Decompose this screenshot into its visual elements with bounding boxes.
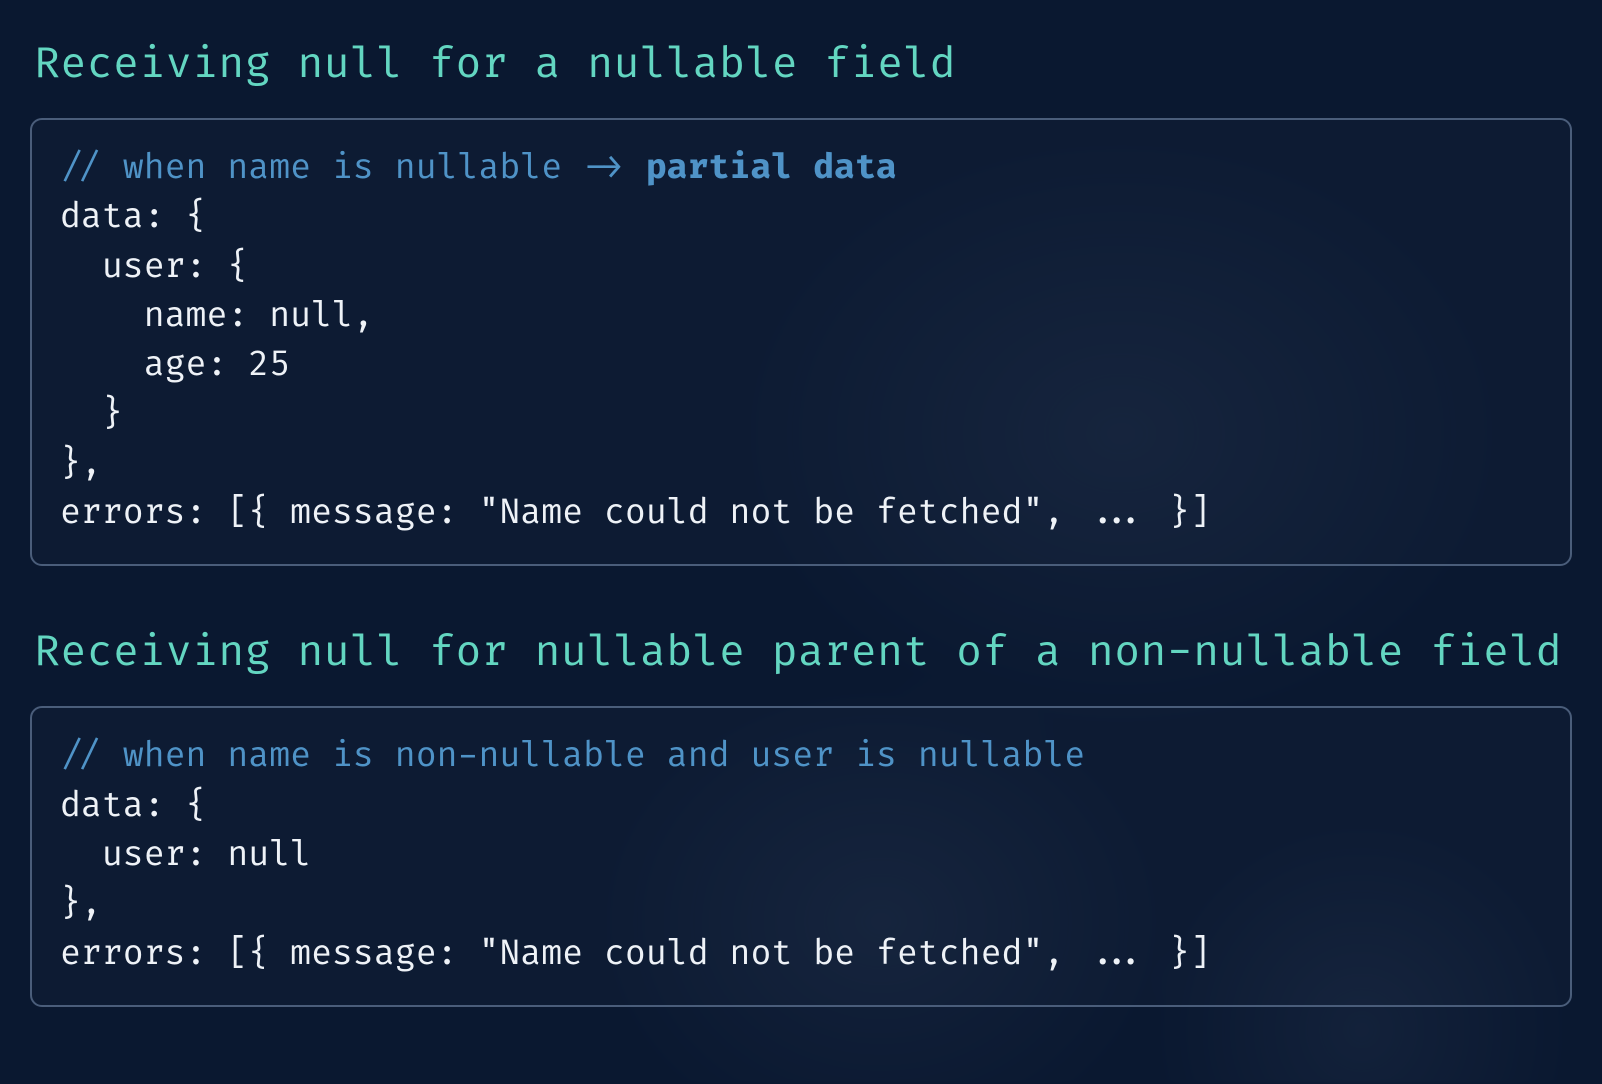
code-body: data: { user: null }, errors: [{ message… <box>60 786 1211 975</box>
code-comment-emph: partial data <box>646 148 897 189</box>
section-heading: Receiving null for nullable parent of a … <box>34 626 1572 678</box>
code-comment: // when name is non-nullable and user is… <box>60 736 1085 777</box>
code-content: // when name is non-nullable and user is… <box>60 732 1542 978</box>
slide-content: Receiving null for a nullable field // w… <box>0 0 1602 1007</box>
section-heading: Receiving null for a nullable field <box>34 38 1572 90</box>
code-content: // when name is nullable -> partial data… <box>60 144 1542 538</box>
code-block: // when name is nullable -> partial data… <box>30 118 1572 566</box>
code-comment: // when name is nullable -> <box>60 148 646 189</box>
code-block: // when name is non-nullable and user is… <box>30 706 1572 1006</box>
code-body: data: { user: { name: null, age: 25 } },… <box>60 197 1211 534</box>
